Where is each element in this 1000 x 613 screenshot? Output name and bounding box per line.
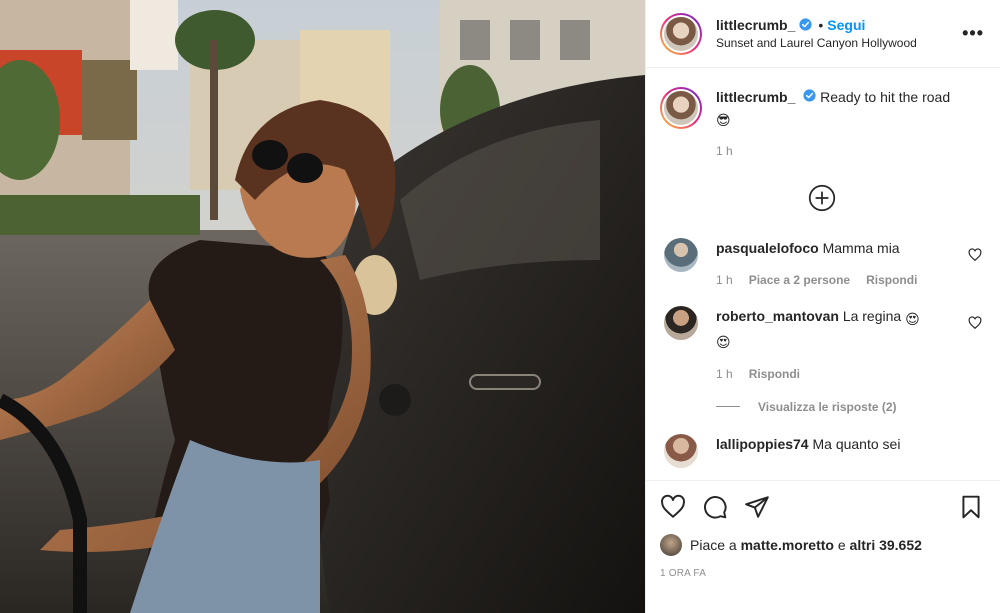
author-info: littlecrumb_ • Segui Sunset and Laurel C… bbox=[716, 16, 954, 52]
add-circle-icon[interactable] bbox=[808, 184, 836, 212]
reply-button[interactable]: Rispondi bbox=[749, 366, 800, 383]
commenter-avatar[interactable] bbox=[664, 237, 698, 272]
liker-username[interactable]: matte.moretto bbox=[741, 537, 834, 553]
bookmark-icon[interactable] bbox=[958, 494, 984, 520]
likes-count[interactable]: altri 39.652 bbox=[850, 537, 922, 553]
post-sidebar: littlecrumb_ • Segui Sunset and Laurel C… bbox=[645, 0, 1000, 613]
commenter-avatar[interactable] bbox=[664, 305, 698, 340]
comment-icon[interactable] bbox=[702, 494, 728, 520]
commenter-username[interactable]: pasqualelofoco bbox=[716, 240, 819, 256]
view-replies-button[interactable]: Visualizza le risposte (2) bbox=[716, 400, 984, 414]
caption-text: Ready to hit the road bbox=[820, 89, 951, 105]
photo-illustration bbox=[0, 0, 645, 613]
post-caption: littlecrumb_ Ready to hit the road 😎 1 h bbox=[660, 87, 984, 160]
post-footer: Piace a matte.moretto e altri 39.652 1 O… bbox=[646, 480, 1000, 613]
comment-text: La regina bbox=[842, 307, 902, 324]
action-bar bbox=[660, 481, 984, 533]
more-options-icon[interactable]: ••• bbox=[962, 23, 984, 44]
reply-button[interactable]: Rispondi bbox=[866, 272, 917, 289]
author-username[interactable]: littlecrumb_ bbox=[716, 16, 795, 34]
comment-likes[interactable]: Piace a 2 persone bbox=[749, 272, 850, 289]
verified-badge-icon bbox=[803, 89, 816, 102]
load-more-comments[interactable] bbox=[660, 184, 984, 212]
commenter-username[interactable]: lallipoppies74 bbox=[716, 436, 809, 452]
comment-text: Ma quanto sei bbox=[812, 435, 901, 452]
follow-button[interactable]: Segui bbox=[827, 16, 865, 34]
comment-heart-icon[interactable] bbox=[968, 316, 982, 330]
heart-eyes-emoji: 😍 bbox=[905, 310, 920, 327]
comment-heart-icon[interactable] bbox=[968, 248, 982, 262]
comment-text: Mamma mia bbox=[822, 239, 900, 256]
share-icon[interactable] bbox=[744, 494, 770, 520]
comments-list[interactable]: littlecrumb_ Ready to hit the road 😎 1 h bbox=[646, 69, 1000, 479]
sunglasses-emoji: 😎 bbox=[716, 112, 731, 129]
heart-icon[interactable] bbox=[660, 494, 686, 520]
separator-dot: • bbox=[818, 16, 824, 33]
caption-time[interactable]: 1 h bbox=[716, 143, 984, 160]
commenter-avatar[interactable] bbox=[664, 433, 698, 468]
post-header: littlecrumb_ • Segui Sunset and Laurel C… bbox=[646, 0, 1000, 68]
likes-prefix: Piace a bbox=[690, 537, 737, 553]
caption-username[interactable]: littlecrumb_ bbox=[716, 89, 795, 105]
comment-time[interactable]: 1 h bbox=[716, 272, 733, 289]
likes-conjunction: e bbox=[837, 537, 846, 553]
post-timestamp[interactable]: 1 ORA FA bbox=[660, 568, 984, 579]
verified-badge-icon bbox=[799, 18, 812, 31]
commenter-username[interactable]: roberto_mantovan bbox=[716, 308, 839, 324]
post-location[interactable]: Sunset and Laurel Canyon Hollywood bbox=[716, 36, 954, 52]
author-avatar[interactable] bbox=[660, 12, 702, 55]
comment-item: roberto_mantovan La regina 😍 😍 1 h Rispo… bbox=[660, 305, 984, 384]
comment-item: pasqualelofoco Mamma mia 1 h Piace a 2 p… bbox=[660, 237, 984, 290]
heart-eyes-emoji: 😍 bbox=[716, 333, 731, 350]
liker-avatar[interactable] bbox=[660, 534, 682, 556]
caption-avatar[interactable] bbox=[660, 87, 702, 129]
view-replies-label[interactable]: Visualizza le risposte (2) bbox=[758, 400, 897, 414]
comment-item: lallipoppies74 Ma quanto sei bbox=[660, 433, 984, 468]
comment-time[interactable]: 1 h bbox=[716, 366, 733, 383]
post-dialog: littlecrumb_ • Segui Sunset and Laurel C… bbox=[0, 0, 1000, 613]
replies-divider bbox=[716, 406, 740, 408]
likes-summary: Piace a matte.moretto e altri 39.652 bbox=[660, 534, 984, 556]
post-photo[interactable] bbox=[0, 0, 645, 613]
